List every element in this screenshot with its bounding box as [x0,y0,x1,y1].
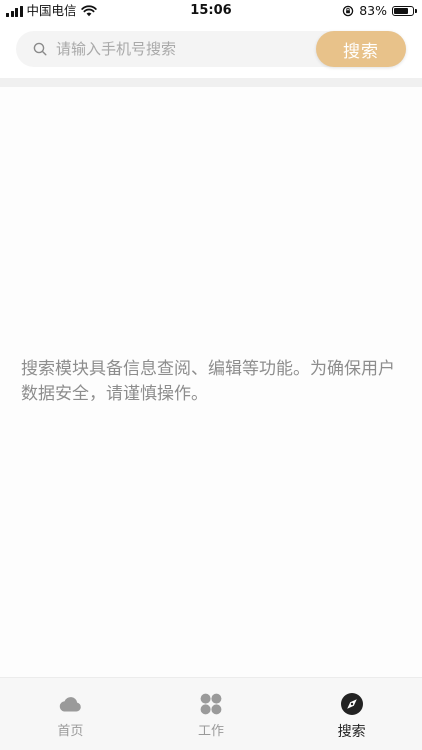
status-bar: 中国电信 15:06 83% [0,0,422,22]
battery-icon [392,6,417,16]
tab-label-work: 工作 [198,724,225,739]
cloud-icon [60,697,82,712]
search-input[interactable] [56,31,306,67]
grid-icon [200,693,222,715]
search-button[interactable]: 搜索 [316,31,406,67]
search-icon [33,42,47,56]
app-screen: 中国电信 15:06 83% 请输入手机号搜索 搜索 搜索模块具备信息查阅、编辑… [0,0,422,750]
orientation-lock-icon [342,5,354,17]
search-box: 搜索 [16,31,406,67]
tab-label-home: 首页 [57,724,84,739]
tab-label-search: 搜索 [337,724,366,740]
tab-bar: 首页 工作 搜索 [0,677,422,750]
tab-search[interactable]: 搜索 [281,678,422,750]
tab-home[interactable]: 首页 [0,678,141,750]
notice-text: 搜索模块具备信息查阅、编辑等功能。为确保用户数据安全，请谨慎操作。 [21,359,395,404]
tab-work[interactable]: 工作 [141,678,282,750]
compass-icon [340,693,363,715]
status-right: 83% [342,3,417,19]
battery-level [394,8,408,14]
battery-percent: 83% [359,3,387,18]
main-content: 搜索模块具备信息查阅、编辑等功能。为确保用户数据安全，请谨慎操作。 [0,87,422,677]
search-header: 搜索 [0,22,422,78]
header-divider [0,78,422,87]
